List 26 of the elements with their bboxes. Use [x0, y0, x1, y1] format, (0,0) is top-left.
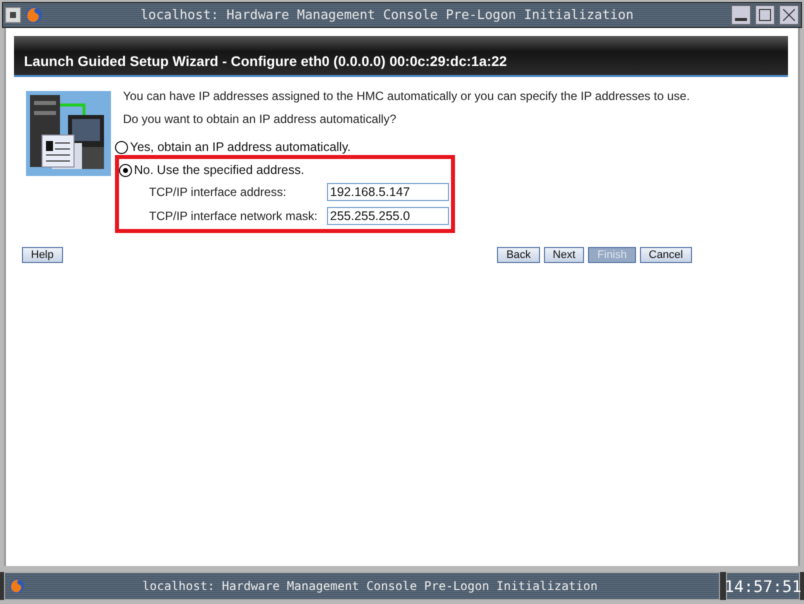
intro-text: You can have IP addresses assigned to the HMC automatically or you can specify the IP addresses to use. [123, 89, 690, 103]
maximize-icon [759, 9, 771, 21]
maximize-button[interactable] [755, 5, 775, 25]
input-field[interactable]: 192.168.5.147 [327, 183, 449, 201]
wizard-title: Launch Guided Setup Wizard - Configure eth0 (0.0.0.0) 00:0c:29:dc:1a:22 [24, 53, 507, 69]
input-field[interactable]: 255.255.255.0 [327, 207, 449, 225]
window-menu-button[interactable] [5, 7, 21, 23]
field-label: TCP/IP interface address: [149, 185, 288, 199]
browser-icon [9, 578, 25, 594]
wizard-button[interactable]: Back [497, 247, 540, 263]
close-icon [783, 9, 795, 21]
help-button[interactable]: Help [22, 247, 63, 263]
square-icon [10, 12, 16, 18]
taskbar-task[interactable]: localhost: Hardware Management Console Pre-Logon Initialization [4, 572, 720, 600]
minimize-button[interactable] [731, 5, 751, 25]
radio-option[interactable]: Yes, obtain an IP address automatically. [115, 140, 690, 154]
radio-option[interactable]: No. Use the specified address. [119, 163, 451, 177]
wizard-button[interactable]: Next [544, 247, 584, 263]
question-text: Do you want to obtain an IP address automatically? [123, 112, 398, 126]
close-button[interactable] [779, 5, 799, 25]
minimize-icon [735, 18, 747, 21]
browser-icon [25, 6, 43, 24]
field-label: TCP/IP interface network mask: [149, 209, 319, 223]
window-title: localhost: Hardware Management Console Pre-Logon Initialization [139, 8, 635, 22]
clock: 14:57:51 [726, 572, 800, 600]
wizard-button[interactable]: Cancel [640, 247, 692, 263]
